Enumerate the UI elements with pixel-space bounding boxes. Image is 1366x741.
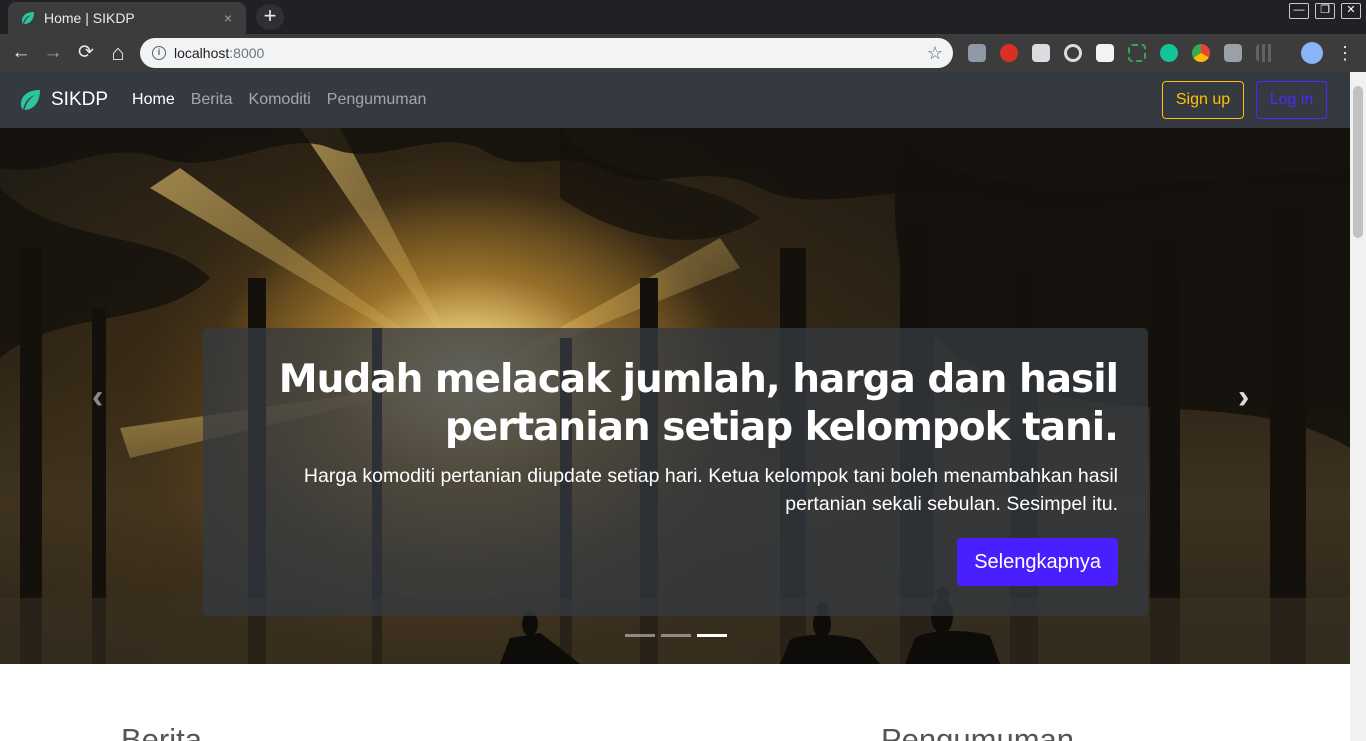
profile-avatar[interactable]	[1301, 42, 1323, 64]
nav-link-pengumuman[interactable]: Pengumuman	[327, 91, 427, 109]
address-bar[interactable]: i localhost:8000 ☆	[140, 38, 953, 68]
login-button[interactable]: Log in	[1256, 81, 1327, 119]
browser-toolbar: ← → ⟳ ⌂ i localhost:8000 ☆ ⋮	[0, 34, 1366, 72]
leaf-logo-icon	[21, 90, 40, 110]
berita-heading: Berita	[121, 722, 202, 741]
extension-puzzle-icon[interactable]	[968, 44, 986, 62]
pengumuman-heading: Pengumuman	[881, 722, 1075, 741]
nav-link-berita[interactable]: Berita	[191, 91, 233, 109]
selengkapnya-button[interactable]: Selengkapnya	[957, 538, 1118, 586]
carousel-indicators	[625, 634, 727, 637]
extension-qr-icon[interactable]	[1256, 44, 1274, 62]
signup-button[interactable]: Sign up	[1162, 81, 1244, 119]
back-button[interactable]: ←	[8, 40, 34, 66]
browser-tab[interactable]: Home | SIKDP ×	[8, 2, 246, 34]
reload-button[interactable]: ⟳	[73, 40, 99, 66]
hero-carousel: ‹ › Mudah melacak jumlah, harga dan hasi…	[0, 128, 1350, 664]
extension-screenshot-icon[interactable]	[1128, 44, 1146, 62]
bookmark-star-icon[interactable]: ☆	[927, 43, 943, 64]
page-scrollbar[interactable]	[1350, 72, 1366, 741]
grammarly-icon[interactable]	[1160, 44, 1178, 62]
extension-santa-icon[interactable]	[1000, 44, 1018, 62]
hero-title: Mudah melacak jumlah, harga dan hasil pe…	[233, 356, 1119, 452]
carousel-caption: Mudah melacak jumlah, harga dan hasil pe…	[203, 328, 1148, 616]
carousel-indicator[interactable]	[661, 634, 691, 637]
carousel-prev-icon[interactable]: ‹	[92, 378, 103, 417]
extension-cube-icon[interactable]	[1032, 44, 1050, 62]
site-navbar: SIKDP Home Berita Komoditi Pengumuman Si…	[0, 72, 1350, 128]
hero-title-line2: pertanian setiap kelompok tani.	[444, 405, 1119, 450]
browser-tab-strip: Home | SIKDP × + — ❐ ✕	[0, 0, 1366, 34]
scrollbar-thumb[interactable]	[1353, 86, 1363, 238]
hero-subtitle: Harga komoditi pertanian diupdate setiap…	[233, 462, 1118, 518]
nav-link-komoditi[interactable]: Komoditi	[249, 91, 311, 109]
site-info-icon[interactable]: i	[152, 46, 166, 60]
extension-location-icon[interactable]	[1224, 44, 1242, 62]
extension-target-icon[interactable]	[1064, 44, 1082, 62]
carousel-indicator[interactable]	[625, 634, 655, 637]
leaf-favicon-icon	[22, 12, 34, 24]
hero-title-line1: Mudah melacak jumlah, harga dan hasil	[278, 357, 1119, 402]
tab-title: Home | SIKDP	[44, 10, 135, 26]
page-viewport: SIKDP Home Berita Komoditi Pengumuman Si…	[0, 72, 1350, 741]
carousel-indicator-active[interactable]	[697, 634, 727, 637]
new-tab-button[interactable]: +	[256, 4, 284, 30]
extension-note-icon[interactable]	[1096, 44, 1114, 62]
hero-subtitle-line2: pertanian sekali sebulan. Sesimpel itu.	[785, 493, 1118, 515]
nav-link-home[interactable]: Home	[132, 91, 175, 109]
maximize-button[interactable]: ❐	[1315, 3, 1335, 19]
forward-button[interactable]: →	[40, 40, 66, 66]
close-window-button[interactable]: ✕	[1341, 3, 1361, 19]
home-button[interactable]: ⌂	[105, 40, 131, 66]
url-text[interactable]: localhost:8000	[174, 45, 927, 61]
brand-name: SIKDP	[51, 89, 109, 110]
chrome-extension-icon[interactable]	[1192, 44, 1210, 62]
content-sections: Berita Pengumuman	[0, 664, 1350, 741]
minimize-button[interactable]: —	[1289, 3, 1309, 19]
brand-logo-link[interactable]: SIKDP	[18, 88, 108, 112]
hero-subtitle-line1: Harga komoditi pertanian diupdate setiap…	[303, 465, 1118, 487]
carousel-next-icon[interactable]: ›	[1238, 378, 1249, 417]
tab-close-icon[interactable]: ×	[220, 10, 236, 26]
browser-menu-icon[interactable]: ⋮	[1336, 40, 1354, 66]
